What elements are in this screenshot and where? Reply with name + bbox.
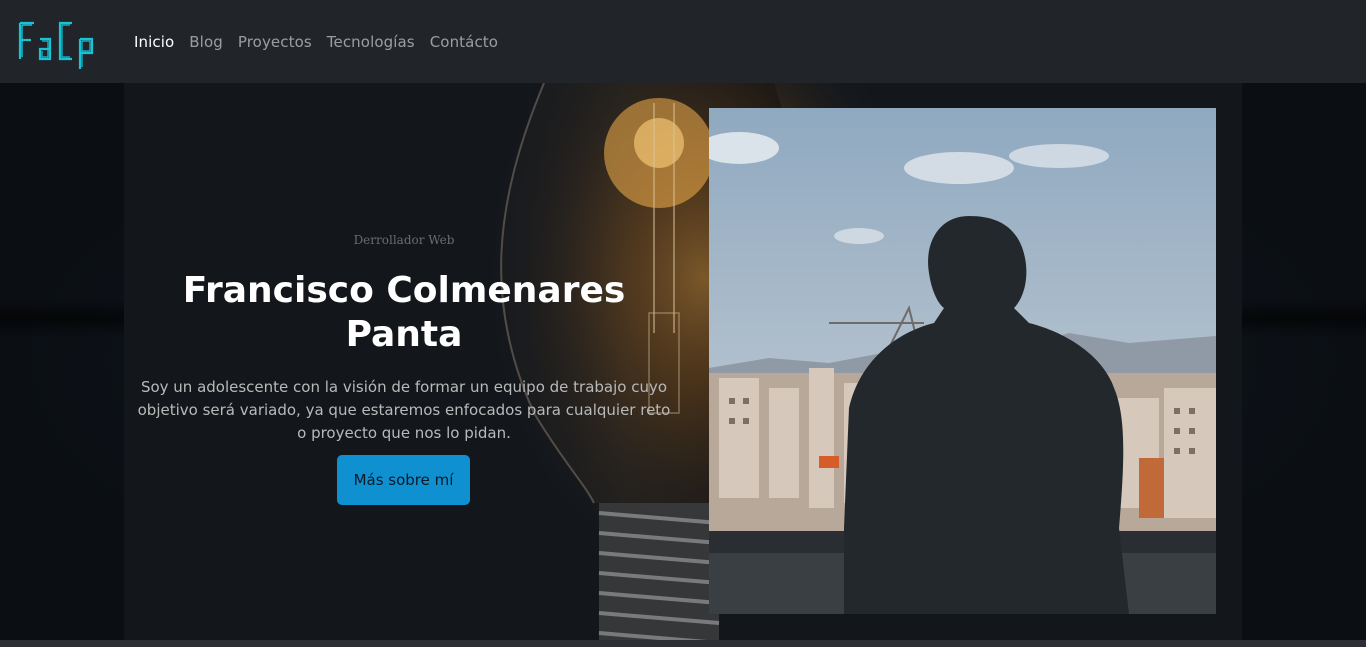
more-about-me-button[interactable]: Más sobre mí [337,455,470,505]
page-bottom-strip [0,640,1366,647]
person-city-view-image [709,108,1216,614]
hero-description: Soy un adolescente con la visión de form… [137,378,671,442]
nav-item-contacto[interactable]: Contácto [430,33,498,51]
nav-item-proyectos[interactable]: Proyectos [238,33,312,51]
hero-text-block: Derrollador Web Francisco Colmenares Pan… [124,83,684,640]
nav-item-tecnologias[interactable]: Tecnologías [327,33,415,51]
navbar: Inicio Blog Proyectos Tecnologías Contác… [0,0,1366,83]
hero-section: Derrollador Web Francisco Colmenares Pan… [0,83,1366,640]
hero-subtitle: Derrollador Web [353,233,455,247]
facp-logo-icon [18,21,94,69]
hero-title: Francisco Colmenares Panta [182,270,626,355]
profile-photo [709,108,1216,614]
brand-logo[interactable] [16,13,110,71]
nav-item-blog[interactable]: Blog [189,33,223,51]
nav-links: Inicio Blog Proyectos Tecnologías Contác… [134,33,498,51]
nav-item-inicio[interactable]: Inicio [134,33,174,51]
